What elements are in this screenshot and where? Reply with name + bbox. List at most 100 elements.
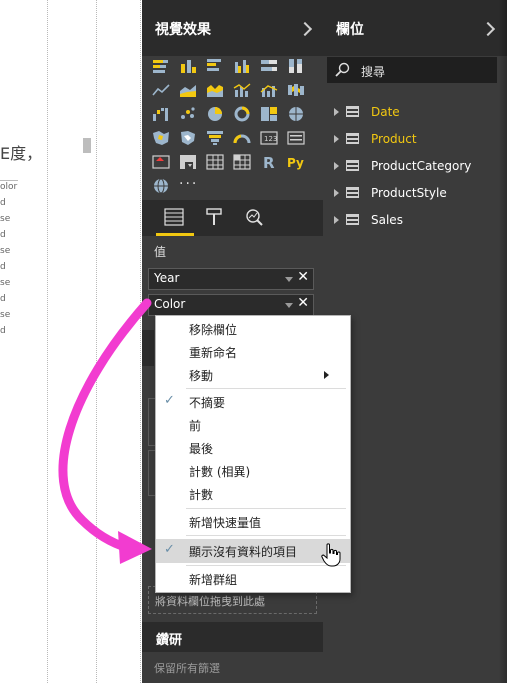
canvas-handle[interactable] xyxy=(83,138,91,153)
expand-arrow-icon[interactable] xyxy=(334,135,339,143)
menu-item-label: 重新命名 xyxy=(189,346,238,360)
collapse-chevron-icon[interactable] xyxy=(480,21,496,37)
hidden-field-box xyxy=(148,398,155,446)
canvas-cell: d xyxy=(0,230,6,240)
checkmark-icon: ✓ xyxy=(164,542,175,557)
fields-search-box[interactable]: 搜尋 xyxy=(327,57,497,83)
collapse-chevron-icon[interactable] xyxy=(297,21,313,37)
analytics-magnifier-icon[interactable] xyxy=(244,207,264,227)
100-stacked-column-icon[interactable] xyxy=(287,58,305,74)
field-dropdown-icon[interactable] xyxy=(285,303,293,308)
remove-field-icon[interactable]: ✕ xyxy=(297,295,309,311)
table-header-rule xyxy=(0,180,18,181)
canvas-cell: d xyxy=(0,198,6,208)
menu-item-do-not-summarize[interactable]: ✓ 不摘要 xyxy=(156,391,350,413)
line-and-clustered-column-icon[interactable] xyxy=(260,82,278,98)
python-visual-icon[interactable]: Py xyxy=(287,154,305,170)
map-icon[interactable] xyxy=(287,106,305,122)
remove-field-icon[interactable]: ✕ xyxy=(297,269,309,285)
menu-item-new-group[interactable]: 新增群組 xyxy=(156,568,350,590)
field-table-productstyle[interactable]: ProductStyle xyxy=(323,183,507,205)
field-table-sales[interactable]: Sales xyxy=(323,210,507,232)
drop-hint-text: 將資料欄位拖曳到此處 xyxy=(155,595,265,608)
menu-item-count-distinct[interactable]: 計數 (相異) xyxy=(156,460,350,482)
waterfall-chart-icon[interactable] xyxy=(152,106,170,122)
expand-arrow-icon[interactable] xyxy=(334,189,339,197)
menu-item-label: 最後 xyxy=(189,442,214,456)
visual-gallery: 123 R Py ··· xyxy=(152,58,312,198)
clustered-bar-chart-icon[interactable] xyxy=(206,58,224,74)
fields-tab-icon[interactable] xyxy=(164,208,184,226)
expand-arrow-icon[interactable] xyxy=(334,108,339,116)
field-well-item-year[interactable]: Year ✕ xyxy=(148,268,314,290)
card-icon[interactable]: 123 xyxy=(260,130,278,146)
menu-item-last[interactable]: 最後 xyxy=(156,437,350,459)
stacked-area-chart-icon[interactable] xyxy=(206,82,224,98)
canvas-cell: d xyxy=(0,326,6,336)
drillthrough-subtitle: 保留所有篩選 xyxy=(154,662,220,675)
menu-item-first[interactable]: 前 xyxy=(156,414,350,436)
checkmark-icon: ✓ xyxy=(164,393,175,408)
multi-row-card-icon[interactable] xyxy=(287,130,305,146)
menu-item-count[interactable]: 計數 xyxy=(156,483,350,505)
donut-chart-icon[interactable] xyxy=(233,106,251,122)
treemap-icon[interactable] xyxy=(260,106,278,122)
matrix-icon[interactable] xyxy=(233,154,251,170)
window-shadow-edge xyxy=(499,0,507,683)
field-table-date[interactable]: Date xyxy=(323,102,507,124)
drillthrough-header: 鑽研 xyxy=(142,622,323,652)
menu-item-rename[interactable]: 重新命名 xyxy=(156,341,350,363)
menu-item-label: 新增快速量值 xyxy=(189,516,262,530)
fields-pane-title: 欄位 xyxy=(336,22,364,38)
line-chart-icon[interactable] xyxy=(152,82,170,98)
field-table-product[interactable]: Product xyxy=(323,129,507,151)
scatter-chart-icon[interactable] xyxy=(179,106,197,122)
menu-item-move[interactable]: 移動 xyxy=(156,364,350,386)
menu-separator xyxy=(186,508,346,509)
kpi-icon[interactable] xyxy=(152,154,170,170)
filled-map-icon[interactable] xyxy=(152,130,170,146)
format-paint-roller-icon[interactable] xyxy=(204,207,224,227)
hidden-section-band xyxy=(142,330,154,366)
hidden-field-box xyxy=(148,450,155,496)
slicer-icon[interactable] xyxy=(179,154,197,170)
canvas-cell: se xyxy=(0,246,11,256)
svg-text:R: R xyxy=(263,154,275,170)
more-visuals-icon[interactable]: ··· xyxy=(179,176,198,192)
gauge-icon[interactable] xyxy=(233,130,251,146)
canvas-cell: se xyxy=(0,214,11,224)
100-stacked-bar-icon[interactable] xyxy=(260,58,278,74)
field-well-item-color[interactable]: Color ✕ xyxy=(148,294,314,316)
field-dropdown-icon[interactable] xyxy=(285,277,293,282)
funnel-chart-icon[interactable] xyxy=(206,130,224,146)
globe-visual-icon[interactable] xyxy=(152,178,170,194)
clustered-column-chart-icon[interactable] xyxy=(233,58,251,74)
menu-item-new-quick-measure[interactable]: 新增快速量值 xyxy=(156,511,350,533)
canvas-cell: olor xyxy=(0,182,18,192)
stacked-bar-chart-icon[interactable] xyxy=(152,58,170,74)
pie-chart-icon[interactable] xyxy=(206,106,224,122)
table-icon xyxy=(346,187,359,198)
line-and-stacked-column-icon[interactable] xyxy=(233,82,251,98)
canvas-partial-title: E度， xyxy=(0,144,43,163)
canvas-grid-line xyxy=(96,0,97,683)
submenu-arrow-icon xyxy=(324,371,329,379)
r-visual-icon[interactable]: R xyxy=(260,154,278,170)
menu-item-label: 顯示沒有資料的項目 xyxy=(189,545,298,559)
table-visual-icon[interactable] xyxy=(206,154,224,170)
stacked-column-chart-icon[interactable] xyxy=(179,58,197,74)
shape-map-icon[interactable] xyxy=(179,130,197,146)
area-chart-icon[interactable] xyxy=(179,82,197,98)
fields-pane-header: 欄位 xyxy=(323,0,507,56)
expand-arrow-icon[interactable] xyxy=(334,162,339,170)
ribbon-chart-icon[interactable] xyxy=(287,82,305,98)
field-table-productcategory[interactable]: ProductCategory xyxy=(323,156,507,178)
report-canvas: E度， olor d se d se d se d se d xyxy=(0,0,142,683)
viz-pane-title: 視覺效果 xyxy=(155,22,211,38)
menu-item-remove-field[interactable]: 移除欄位 xyxy=(156,318,350,340)
menu-item-label: 移除欄位 xyxy=(189,323,238,337)
canvas-cell: se xyxy=(0,278,11,288)
menu-separator xyxy=(186,535,346,536)
table-icon xyxy=(346,214,359,225)
expand-arrow-icon[interactable] xyxy=(334,216,339,224)
